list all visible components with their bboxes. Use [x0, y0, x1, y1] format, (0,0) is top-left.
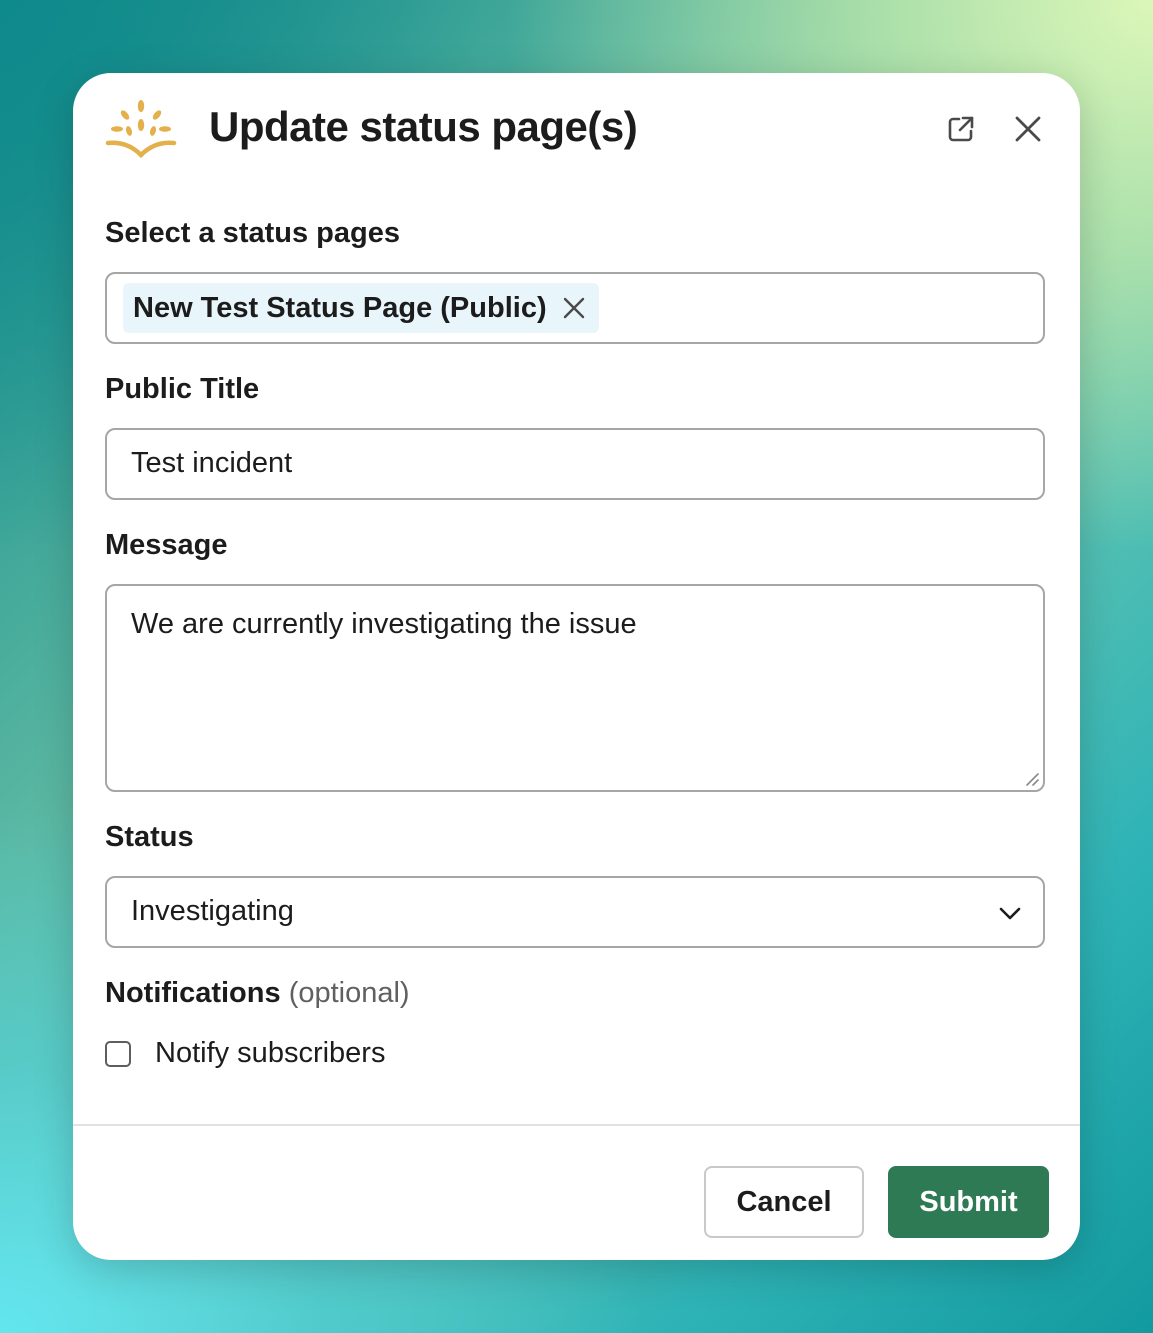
chevron-down-icon [999, 907, 1021, 920]
notify-subscribers-checkbox[interactable] [105, 1041, 131, 1067]
message-textarea[interactable]: We are currently investigating the issue [105, 584, 1045, 792]
status-label: Status [105, 821, 194, 853]
chip-label: New Test Status Page (Public) [133, 291, 547, 324]
close-icon [563, 297, 584, 319]
notify-subscribers-label[interactable]: Notify subscribers [155, 1037, 385, 1070]
message-label: Message [105, 529, 228, 561]
footer-divider [73, 1124, 1080, 1126]
status-pages-label: Select a status pages [105, 217, 400, 249]
status-selected-value: Investigating [131, 895, 294, 927]
remove-chip-button[interactable] [563, 297, 585, 319]
sunrise-logo-icon [105, 100, 177, 159]
update-status-modal: Update status page(s) Select a status pa… [73, 73, 1080, 1260]
public-title-input[interactable]: Test incident [105, 428, 1045, 500]
public-title-label: Public Title [105, 373, 260, 405]
close-button[interactable] [1010, 111, 1046, 147]
close-icon [1015, 116, 1041, 142]
modal-header: Update status page(s) [73, 73, 1080, 188]
notifications-label: Notifications (optional) [105, 977, 410, 1010]
open-external-button[interactable] [943, 111, 979, 147]
resize-handle-icon[interactable] [1025, 772, 1039, 786]
optional-hint: (optional) [288, 977, 410, 1009]
notifications-title: Notifications [105, 977, 281, 1009]
selected-status-page-chip: New Test Status Page (Public) [123, 283, 599, 333]
modal-title: Update status page(s) [209, 103, 638, 150]
submit-button[interactable]: Submit [888, 1166, 1049, 1238]
cancel-button[interactable]: Cancel [704, 1166, 864, 1238]
public-title-value: Test incident [131, 447, 293, 479]
status-select[interactable]: Investigating [105, 876, 1045, 948]
status-pages-select[interactable]: New Test Status Page (Public) [105, 272, 1045, 344]
external-link-icon [948, 116, 974, 142]
message-value: We are currently investigating the issue [131, 608, 637, 640]
